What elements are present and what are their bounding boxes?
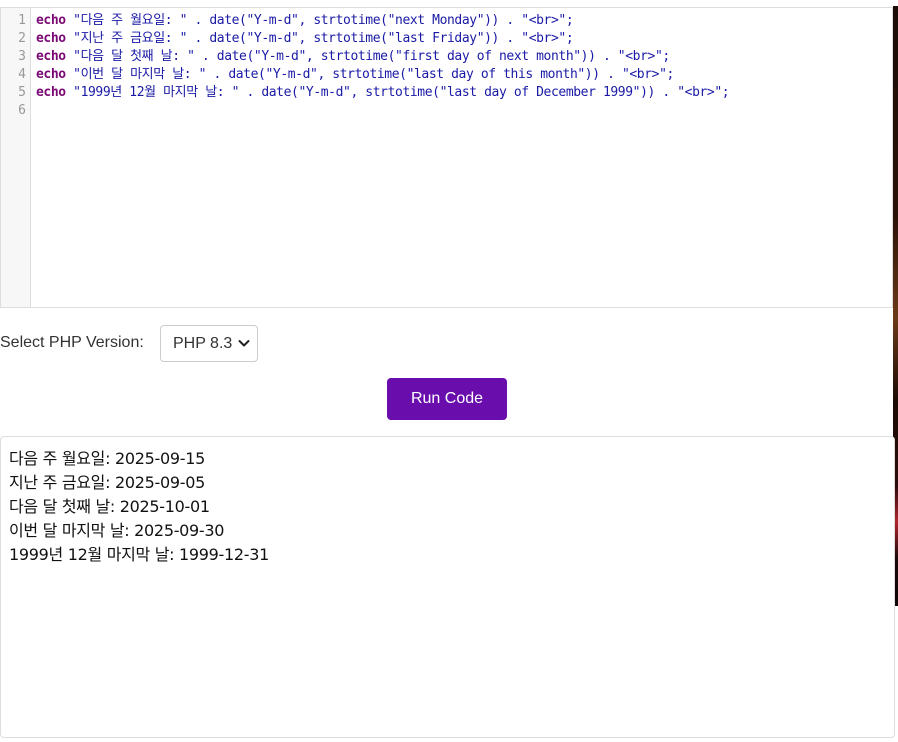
chevron-down-icon xyxy=(238,340,250,347)
line-number: 5 xyxy=(18,85,26,100)
code-line[interactable]: echo "1999년 12월 마지막 날: " . date("Y-m-d",… xyxy=(36,84,730,102)
php-playground-page: 1 2 3 4 5 6 echo "다음 주 월요일: " . date("Y-… xyxy=(0,0,898,742)
php-version-value: PHP 8.3 xyxy=(173,334,233,352)
line-number: 1 xyxy=(18,13,26,28)
code-keyword: echo xyxy=(36,49,66,64)
code-keyword: echo xyxy=(36,13,66,28)
output-line: 지난 주 금요일: 2025-09-05 xyxy=(9,473,205,492)
line-number-gutter: 1 2 3 4 5 6 xyxy=(1,8,31,307)
output-line: 다음 달 첫째 날: 2025-10-01 xyxy=(9,497,210,516)
line-number: 6 xyxy=(18,103,26,118)
code-editor[interactable]: 1 2 3 4 5 6 echo "다음 주 월요일: " . date("Y-… xyxy=(0,7,893,308)
code-text: "이번 달 마지막 날: " . date("Y-m-d", strtotime… xyxy=(65,67,674,82)
code-line[interactable]: echo "다음 달 첫째 날: " . date("Y-m-d", strto… xyxy=(36,48,670,66)
output-line: 1999년 12월 마지막 날: 1999-12-31 xyxy=(9,545,270,564)
php-version-select[interactable]: PHP 8.3 xyxy=(160,325,258,362)
code-text: "1999년 12월 마지막 날: " . date("Y-m-d", strt… xyxy=(65,85,730,100)
output-panel: 다음 주 월요일: 2025-09-15 지난 주 금요일: 2025-09-0… xyxy=(0,436,895,738)
line-number: 3 xyxy=(18,49,26,64)
line-number: 4 xyxy=(18,67,26,82)
code-text: "지난 주 금요일: " . date("Y-m-d", strtotime("… xyxy=(65,31,574,46)
line-number: 2 xyxy=(18,31,26,46)
code-line[interactable]: echo "다음 주 월요일: " . date("Y-m-d", strtot… xyxy=(36,12,574,30)
code-keyword: echo xyxy=(36,67,66,82)
code-text: "다음 주 월요일: " . date("Y-m-d", strtotime("… xyxy=(65,13,574,28)
output-line: 다음 주 월요일: 2025-09-15 xyxy=(9,449,205,468)
php-version-label: Select PHP Version: xyxy=(0,334,144,351)
code-keyword: echo xyxy=(36,85,66,100)
code-keyword: echo xyxy=(36,31,66,46)
code-text: "다음 달 첫째 날: " . date("Y-m-d", strtotime(… xyxy=(65,49,670,64)
run-code-button[interactable]: Run Code xyxy=(387,378,507,420)
code-line[interactable]: echo "이번 달 마지막 날: " . date("Y-m-d", strt… xyxy=(36,66,674,84)
code-line[interactable]: echo "지난 주 금요일: " . date("Y-m-d", strtot… xyxy=(36,30,574,48)
output-line: 이번 달 마지막 날: 2025-09-30 xyxy=(9,521,225,540)
